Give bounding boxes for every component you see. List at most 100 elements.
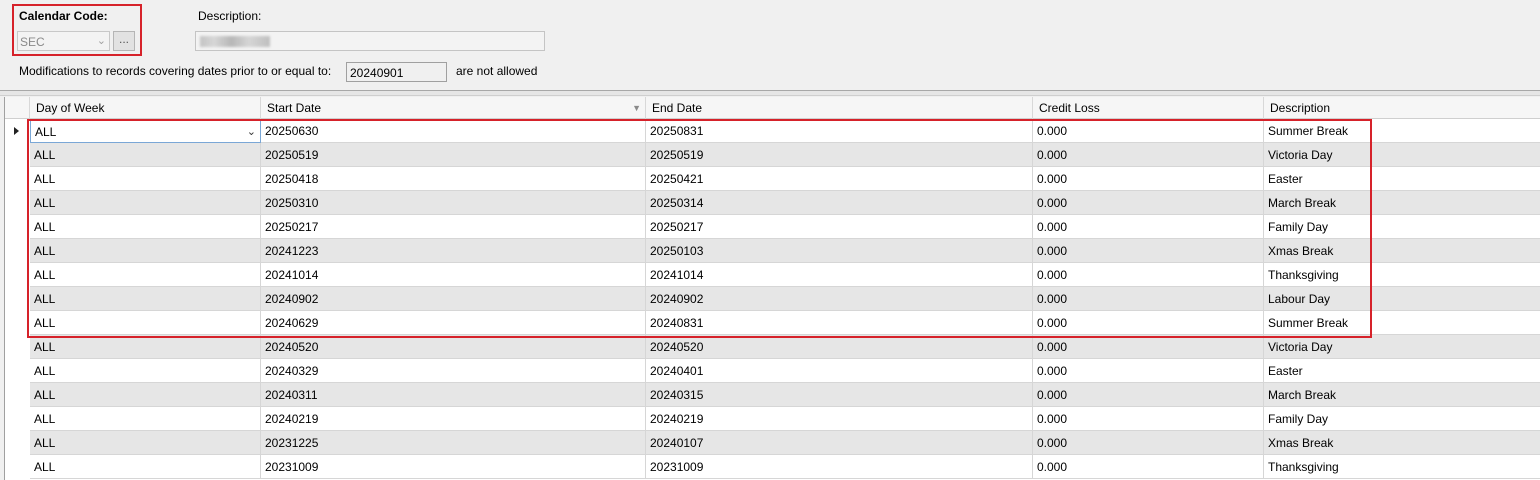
cell-credit-loss[interactable]: 0.000 <box>1033 311 1264 335</box>
cell-start-date[interactable]: 20240629 <box>261 311 646 335</box>
cell-credit-loss[interactable]: 0.000 <box>1033 431 1264 455</box>
cell-end-date[interactable]: 20240107 <box>646 431 1033 455</box>
cell-start-date[interactable]: 20250310 <box>261 191 646 215</box>
cell-credit-loss[interactable]: 0.000 <box>1033 383 1264 407</box>
cell-start-date[interactable]: 20250217 <box>261 215 646 239</box>
cell-credit-loss[interactable]: 0.000 <box>1033 191 1264 215</box>
cell-description[interactable]: Xmas Break <box>1264 239 1540 263</box>
row-header[interactable] <box>5 359 30 383</box>
row-header[interactable] <box>5 143 30 167</box>
cell-description[interactable]: Victoria Day <box>1264 143 1540 167</box>
table-row[interactable]: ALL 20240520 20240520 0.000 Victoria Day <box>30 335 1540 359</box>
cell-day-of-week[interactable]: ALL <box>30 359 261 383</box>
cell-description[interactable]: Summer Break <box>1264 311 1540 335</box>
cell-end-date[interactable]: 20250217 <box>646 215 1033 239</box>
cell-end-date[interactable]: 20231009 <box>646 455 1033 479</box>
cell-end-date[interactable]: 20240831 <box>646 311 1033 335</box>
cell-end-date[interactable]: 20240520 <box>646 335 1033 359</box>
cell-day-of-week[interactable]: ALL ⌄ <box>30 119 261 143</box>
cell-start-date[interactable]: 20241014 <box>261 263 646 287</box>
cell-day-of-week[interactable]: ALL <box>30 191 261 215</box>
cell-day-of-week[interactable]: ALL <box>30 311 261 335</box>
table-row[interactable]: ALL 20250519 20250519 0.000 Victoria Day <box>30 143 1540 167</box>
row-header[interactable] <box>5 215 30 239</box>
row-header[interactable] <box>5 287 30 311</box>
cell-end-date[interactable]: 20240902 <box>646 287 1033 311</box>
calendar-code-lookup-button[interactable]: ... <box>113 31 135 51</box>
table-row[interactable]: ALL 20250418 20250421 0.000 Easter <box>30 167 1540 191</box>
cell-day-of-week[interactable]: ALL <box>30 455 261 479</box>
chevron-down-icon[interactable]: ⌄ <box>247 120 256 142</box>
cell-credit-loss[interactable]: 0.000 <box>1033 119 1264 143</box>
cell-end-date[interactable]: 20240315 <box>646 383 1033 407</box>
cell-end-date[interactable]: 20241014 <box>646 263 1033 287</box>
table-row[interactable]: ALL 20241223 20250103 0.000 Xmas Break <box>30 239 1540 263</box>
cell-credit-loss[interactable]: 0.000 <box>1033 287 1264 311</box>
row-header[interactable] <box>5 455 30 479</box>
cell-description[interactable]: Labour Day <box>1264 287 1540 311</box>
table-row[interactable]: ALL 20250217 20250217 0.000 Family Day <box>30 215 1540 239</box>
cell-credit-loss[interactable]: 0.000 <box>1033 167 1264 191</box>
cell-credit-loss[interactable]: 0.000 <box>1033 455 1264 479</box>
cell-credit-loss[interactable]: 0.000 <box>1033 407 1264 431</box>
cell-end-date[interactable]: 20240219 <box>646 407 1033 431</box>
cell-description[interactable]: Family Day <box>1264 407 1540 431</box>
cell-end-date[interactable]: 20250314 <box>646 191 1033 215</box>
cell-day-of-week[interactable]: ALL <box>30 383 261 407</box>
table-row[interactable]: ALL 20231009 20231009 0.000 Thanksgiving <box>30 455 1540 479</box>
cell-description[interactable]: Thanksgiving <box>1264 455 1540 479</box>
cell-day-of-week[interactable]: ALL <box>30 215 261 239</box>
column-header-credit-loss[interactable]: Credit Loss <box>1033 97 1264 119</box>
row-header[interactable] <box>5 239 30 263</box>
cell-end-date[interactable]: 20250103 <box>646 239 1033 263</box>
cell-end-date[interactable]: 20250519 <box>646 143 1033 167</box>
cell-credit-loss[interactable]: 0.000 <box>1033 239 1264 263</box>
cell-start-date[interactable]: 20231225 <box>261 431 646 455</box>
cell-description[interactable]: March Break <box>1264 191 1540 215</box>
row-header[interactable] <box>5 167 30 191</box>
cell-day-of-week[interactable]: ALL <box>30 143 261 167</box>
cell-day-of-week[interactable]: ALL <box>30 263 261 287</box>
cell-description[interactable]: Easter <box>1264 359 1540 383</box>
cell-start-date[interactable]: 20240902 <box>261 287 646 311</box>
row-header[interactable] <box>5 311 30 335</box>
table-row[interactable]: ALL ⌄ 20250630 20250831 0.000 Summer Break <box>30 119 1540 143</box>
row-header[interactable] <box>5 431 30 455</box>
column-header-description[interactable]: Description <box>1264 97 1540 119</box>
cell-day-of-week[interactable]: ALL <box>30 167 261 191</box>
cell-start-date[interactable]: 20241223 <box>261 239 646 263</box>
column-header-end-date[interactable]: End Date <box>646 97 1033 119</box>
cell-credit-loss[interactable]: 0.000 <box>1033 143 1264 167</box>
table-row[interactable]: ALL 20240902 20240902 0.000 Labour Day <box>30 287 1540 311</box>
table-row[interactable]: ALL 20231225 20240107 0.000 Xmas Break <box>30 431 1540 455</box>
cell-description[interactable]: Victoria Day <box>1264 335 1540 359</box>
cell-credit-loss[interactable]: 0.000 <box>1033 359 1264 383</box>
cell-day-of-week[interactable]: ALL <box>30 431 261 455</box>
cell-day-of-week[interactable]: ALL <box>30 239 261 263</box>
cell-day-of-week[interactable]: ALL <box>30 407 261 431</box>
row-header[interactable] <box>5 119 30 143</box>
cell-description[interactable]: March Break <box>1264 383 1540 407</box>
cell-start-date[interactable]: 20231009 <box>261 455 646 479</box>
cell-description[interactable]: Family Day <box>1264 215 1540 239</box>
cell-start-date[interactable]: 20250519 <box>261 143 646 167</box>
cell-end-date[interactable]: 20250831 <box>646 119 1033 143</box>
description-field[interactable] <box>195 31 545 51</box>
calendar-code-combo[interactable]: SEC ⌄ <box>17 31 110 51</box>
row-header[interactable] <box>5 407 30 431</box>
cell-start-date[interactable]: 20240520 <box>261 335 646 359</box>
column-header-start-date[interactable]: Start Date ▼ <box>261 97 646 119</box>
table-row[interactable]: ALL 20240629 20240831 0.000 Summer Break <box>30 311 1540 335</box>
cell-description[interactable]: Thanksgiving <box>1264 263 1540 287</box>
table-row[interactable]: ALL 20240329 20240401 0.000 Easter <box>30 359 1540 383</box>
cell-description[interactable]: Xmas Break <box>1264 431 1540 455</box>
cell-start-date[interactable]: 20240329 <box>261 359 646 383</box>
table-row[interactable]: ALL 20240219 20240219 0.000 Family Day <box>30 407 1540 431</box>
cell-end-date[interactable]: 20250421 <box>646 167 1033 191</box>
cell-day-of-week[interactable]: ALL <box>30 335 261 359</box>
cell-credit-loss[interactable]: 0.000 <box>1033 263 1264 287</box>
column-header-day-of-week[interactable]: Day of Week <box>30 97 261 119</box>
table-row[interactable]: ALL 20241014 20241014 0.000 Thanksgiving <box>30 263 1540 287</box>
cell-start-date[interactable]: 20240219 <box>261 407 646 431</box>
chevron-down-icon[interactable]: ⌄ <box>97 34 106 47</box>
